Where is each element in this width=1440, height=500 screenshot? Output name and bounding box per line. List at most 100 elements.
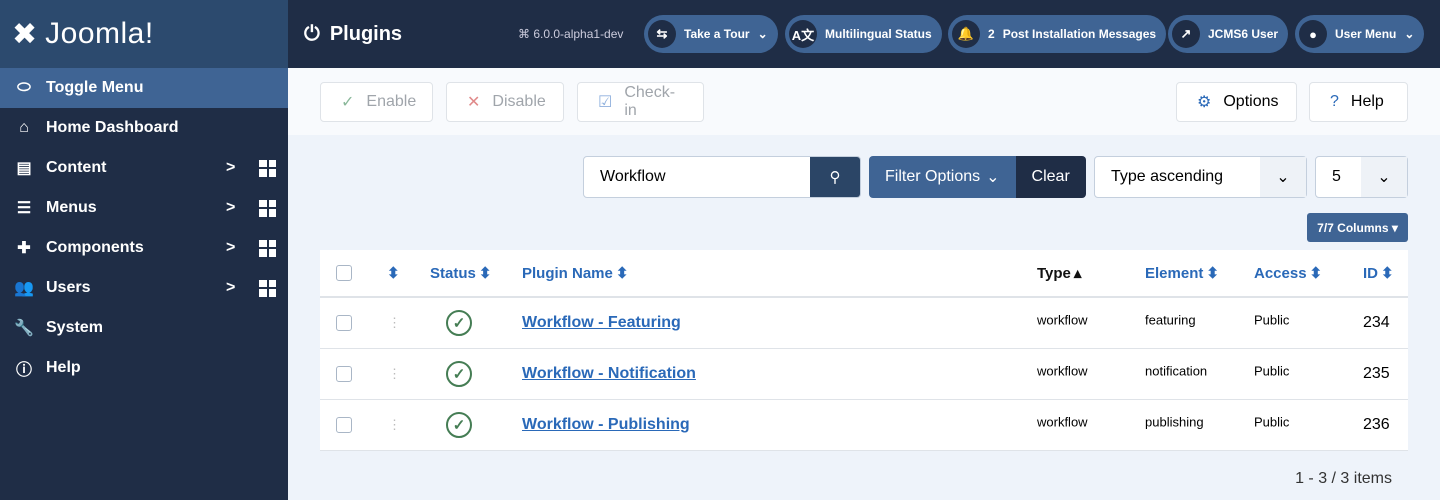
site-link-button[interactable]: ↗ JCMS6 User [1168,15,1289,53]
sort-type[interactable]: Type ▴ [1037,264,1081,283]
signpost-icon: ⇆ [648,20,676,48]
drag-handle-icon[interactable]: ⋮ [388,315,401,331]
id-cell: 236 [1363,416,1390,433]
post-install-label: Post Installation Messages [1002,27,1157,41]
puzzle-icon: ✚ [17,240,31,257]
search-box: ⚲ [583,156,861,198]
plug-icon: ⏻ [304,22,320,45]
enable-label: Enable [366,93,417,110]
enable-button[interactable]: ✓ Enable [320,82,433,122]
select-all-checkbox[interactable] [336,265,352,281]
joomla-logo[interactable]: ✖ Joomla! [0,0,288,68]
gear-icon: ⚙ [1197,94,1212,111]
element-cell: publishing [1145,414,1204,430]
help-label: Help [1350,93,1384,110]
users-icon: 👥 [14,280,34,297]
post-installation-messages-button[interactable]: 🔔 2 Post Installation Messages [948,15,1167,53]
sort-element[interactable]: Element ⬍ [1145,264,1219,283]
chevron-right-icon[interactable]: > [226,239,235,257]
checkin-button[interactable]: ☑ Check-in [577,82,704,122]
row-checkbox[interactable] [336,417,352,433]
columns-label: 7/7 Columns [1317,220,1389,235]
sidebar-item-label: Content [46,159,107,176]
chevron-down-icon: ⌄ [1361,157,1407,197]
multilingual-status-button[interactable]: A文 Multilingual Status [785,15,942,53]
file-icon: ▤ [16,160,32,177]
sidebar-item-home[interactable]: ⌂ Home Dashboard [0,108,288,148]
drag-handle-icon[interactable]: ⋮ [388,366,401,382]
enabled-check-icon[interactable]: ✓ [446,310,472,336]
clear-button[interactable]: Clear [1015,156,1086,198]
plugin-name-link[interactable]: Workflow - Featuring [522,314,681,332]
home-icon: ⌂ [19,119,29,136]
table-row: ⋮ ✓ Workflow - Featuring workflow featur… [320,298,1408,349]
plugin-name-link[interactable]: Workflow - Notification [522,365,696,383]
columns-button[interactable]: 7/7 Columns ▾ [1307,213,1408,242]
sidebar-item-content[interactable]: ▤ Content > [0,148,288,188]
version-text: 6.0.0-alpha1-dev [533,27,624,41]
language-icon: A文 [789,20,817,48]
chevron-right-icon[interactable]: > [226,279,235,297]
toggle-menu-button[interactable]: ⬭ Toggle Menu [0,68,288,108]
enabled-check-icon[interactable]: ✓ [446,361,472,387]
sort-plugin-name[interactable]: Plugin Name ⬍ [522,264,628,283]
sidebar-item-components[interactable]: ✚ Components > [0,228,288,268]
question-icon: ? [1330,93,1339,110]
type-cell: workflow [1037,414,1088,430]
help-button[interactable]: ? Help [1309,82,1408,122]
limit-select[interactable]: 5 ⌄ [1315,156,1408,198]
element-cell: notification [1145,363,1208,379]
sidebar-item-menus[interactable]: ☰ Menus > [0,188,288,228]
row-checkbox[interactable] [336,315,352,331]
sidebar-item-help[interactable]: ⓘ Help [0,348,288,388]
joomla-logo-icon: ✖ [12,17,38,51]
chevron-down-icon: ⌄ [757,27,768,41]
sidebar-item-users[interactable]: 👥 Users > [0,268,288,308]
options-label: Options [1223,93,1279,110]
bell-icon: 🔔 [952,20,980,48]
dashboard-grid-icon[interactable] [259,239,276,257]
access-cell: Public [1254,312,1290,328]
enabled-check-icon[interactable]: ✓ [446,412,472,438]
take-tour-button[interactable]: ⇆ Take a Tour ⌄ [644,15,778,53]
dashboard-grid-icon[interactable] [259,279,276,297]
multilingual-label: Multilingual Status [825,27,932,41]
sidebar-item-label: System [46,319,103,336]
type-header: Type [1037,264,1071,282]
ordering-value: Type ascending [1111,168,1224,185]
id-header: ID [1363,264,1378,282]
table-header: ⬍ Status ⬍ Plugin Name ⬍ Type ▴ Element ⬍ Ac… [320,250,1408,298]
toggle-menu-label: Toggle Menu [46,79,144,96]
ordering-select[interactable]: Type ascending ⌄ [1094,156,1307,198]
search-button[interactable]: ⚲ [810,157,860,197]
filter-options-label: Filter Options [885,168,981,185]
dashboard-grid-icon[interactable] [259,159,276,177]
ordering-sort-icon[interactable]: ⬍ [387,264,400,282]
user-menu-label: User Menu [1335,27,1397,41]
sidebar-item-label: Components [46,239,144,256]
sort-status[interactable]: Status ⬍ [430,264,491,283]
chevron-right-icon[interactable]: > [226,159,235,177]
options-button[interactable]: ⚙ Options [1176,82,1297,122]
drag-handle-icon[interactable]: ⋮ [388,417,401,433]
sort-id[interactable]: ID ⬍ [1363,264,1394,283]
sidebar-item-system[interactable]: 🔧 System [0,308,288,348]
type-cell: workflow [1037,312,1088,328]
name-header: Plugin Name [522,264,613,282]
page-title: ⏻ Plugins [304,23,402,46]
dashboard-grid-icon[interactable] [259,199,276,217]
chevron-right-icon[interactable]: > [226,199,235,217]
sort-access[interactable]: Access ⬍ [1254,264,1322,283]
disable-button[interactable]: ✕ Disable [446,82,564,122]
id-cell: 234 [1363,314,1390,331]
sidebar-item-label: Home Dashboard [46,119,179,136]
checkbox-icon: ☑ [598,94,613,111]
version-label: ⌘ 6.0.0-alpha1-dev [518,27,624,41]
plugin-name-link[interactable]: Workflow - Publishing [522,416,690,434]
toolbar: ✓ Enable ✕ Disable ☑ Check-in ⚙ Options ? Hel… [288,68,1440,135]
filter-options-button[interactable]: Filter Options ⌄ [869,156,1016,198]
chevron-down-icon: ⌄ [1404,27,1415,41]
user-menu-button[interactable]: ● User Menu ⌄ [1295,15,1425,53]
search-input[interactable] [584,157,810,197]
row-checkbox[interactable] [336,366,352,382]
